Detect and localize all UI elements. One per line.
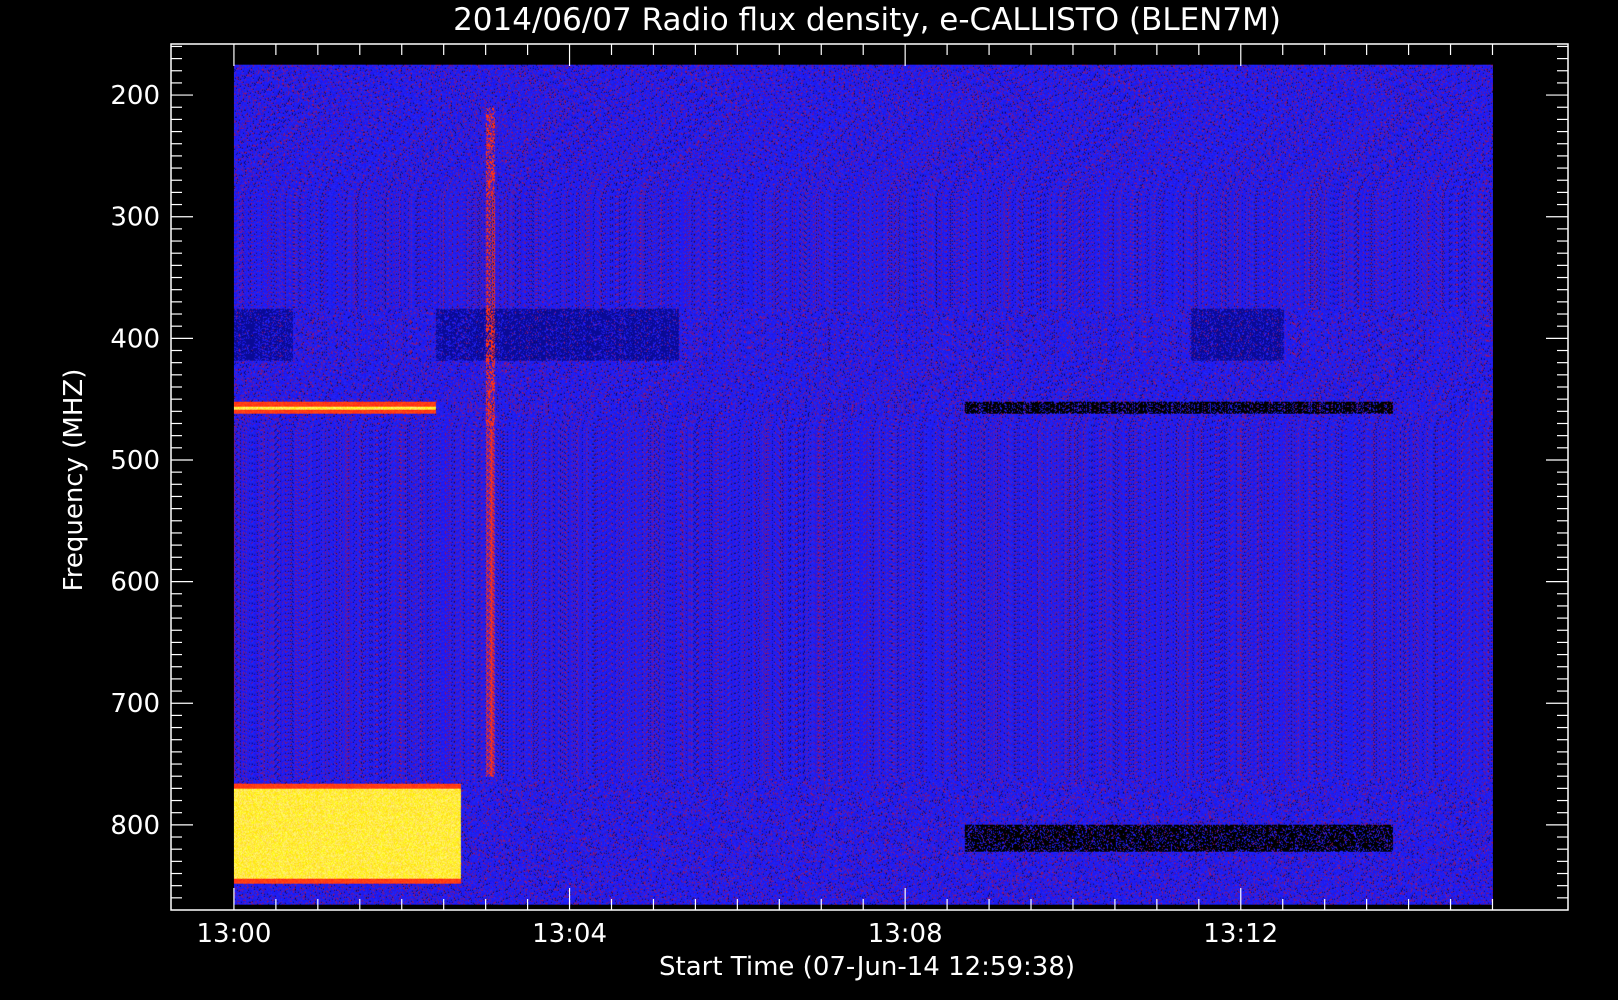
spectrogram-raster — [233, 64, 1493, 905]
y-tick-label: 200 — [110, 81, 160, 111]
x-tick-label: 13:00 — [196, 919, 271, 949]
heatmap-image — [233, 64, 1493, 905]
x-axis-label: Start Time (07-Jun-14 12:59:38) — [659, 952, 1075, 982]
y-tick-label: 500 — [110, 446, 160, 476]
y-tick-label: 600 — [110, 568, 160, 598]
y-axis-label: Frequency (MHZ) — [59, 369, 89, 592]
y-tick-label: 700 — [110, 689, 160, 719]
spectrogram-chart: 13:00 13:04 13:08 13:12 200 300 400 500 600 700 8… — [0, 0, 1618, 1000]
y-tick-label: 800 — [110, 811, 160, 841]
y-tick-label: 400 — [110, 324, 160, 354]
chart-title: 2014/06/07 Radio flux density, e-CALLIST… — [453, 2, 1281, 38]
y-tick-label: 300 — [110, 203, 160, 233]
x-tick-label: 13:04 — [532, 919, 607, 949]
x-tick-label: 13:08 — [868, 919, 943, 949]
x-tick-label: 13:12 — [1203, 919, 1278, 949]
